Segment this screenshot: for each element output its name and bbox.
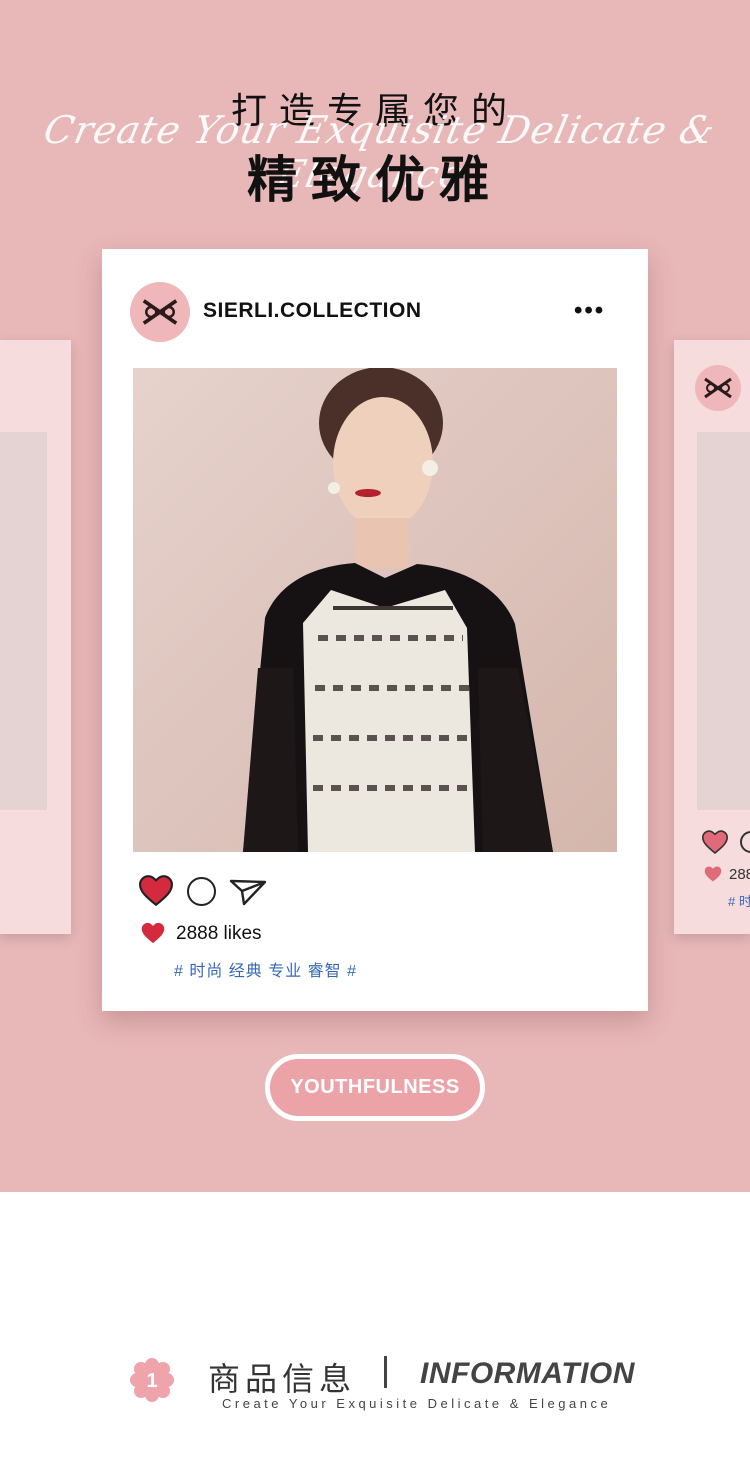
section-title-en: INFORMATION: [420, 1357, 635, 1390]
side-post-photo: [0, 432, 47, 810]
more-options-icon[interactable]: •••: [574, 299, 605, 323]
section-number: 1: [146, 1370, 157, 1392]
badge-label: YOUTHFULNESS: [290, 1076, 460, 1098]
post-photo[interactable]: [133, 368, 617, 852]
side-post-card-right: 288 # 时: [674, 340, 750, 934]
number-badge-icon: 1: [128, 1356, 176, 1409]
side-post-photo: [697, 432, 750, 810]
headline-main: 精致优雅: [247, 151, 503, 209]
heart-icon: [141, 922, 165, 949]
brand-avatar[interactable]: [130, 282, 190, 342]
post-username[interactable]: SIERLI.COLLECTION: [203, 299, 422, 323]
heart-icon[interactable]: [138, 875, 174, 911]
comment-icon[interactable]: [187, 877, 216, 906]
brand-logo-icon: [142, 299, 178, 325]
section-title-cn: 商品信息: [208, 1360, 357, 1398]
heart-icon: [701, 830, 729, 859]
post-hashtags[interactable]: # 时尚 经典 专业 睿智 #: [174, 957, 357, 981]
section-divider: [384, 1356, 387, 1388]
side-hashtags: # 时: [728, 894, 750, 909]
brand-logo-icon: [695, 365, 741, 411]
post-card: SIERLI.COLLECTION ••• 2888 likes # 时尚 经典…: [102, 249, 648, 1011]
youthfulness-badge: YOUTHFULNESS: [265, 1054, 485, 1121]
share-icon[interactable]: [229, 878, 267, 911]
heart-icon: [704, 866, 722, 887]
side-likes-count: 288: [729, 866, 750, 883]
post-actions: [138, 873, 269, 911]
comment-icon: [740, 831, 750, 853]
likes-count[interactable]: 2888 likes: [176, 923, 262, 945]
side-post-card-left: [0, 340, 71, 934]
section-subtitle: Create Your Exquisite Delicate & Eleganc…: [222, 1396, 612, 1411]
